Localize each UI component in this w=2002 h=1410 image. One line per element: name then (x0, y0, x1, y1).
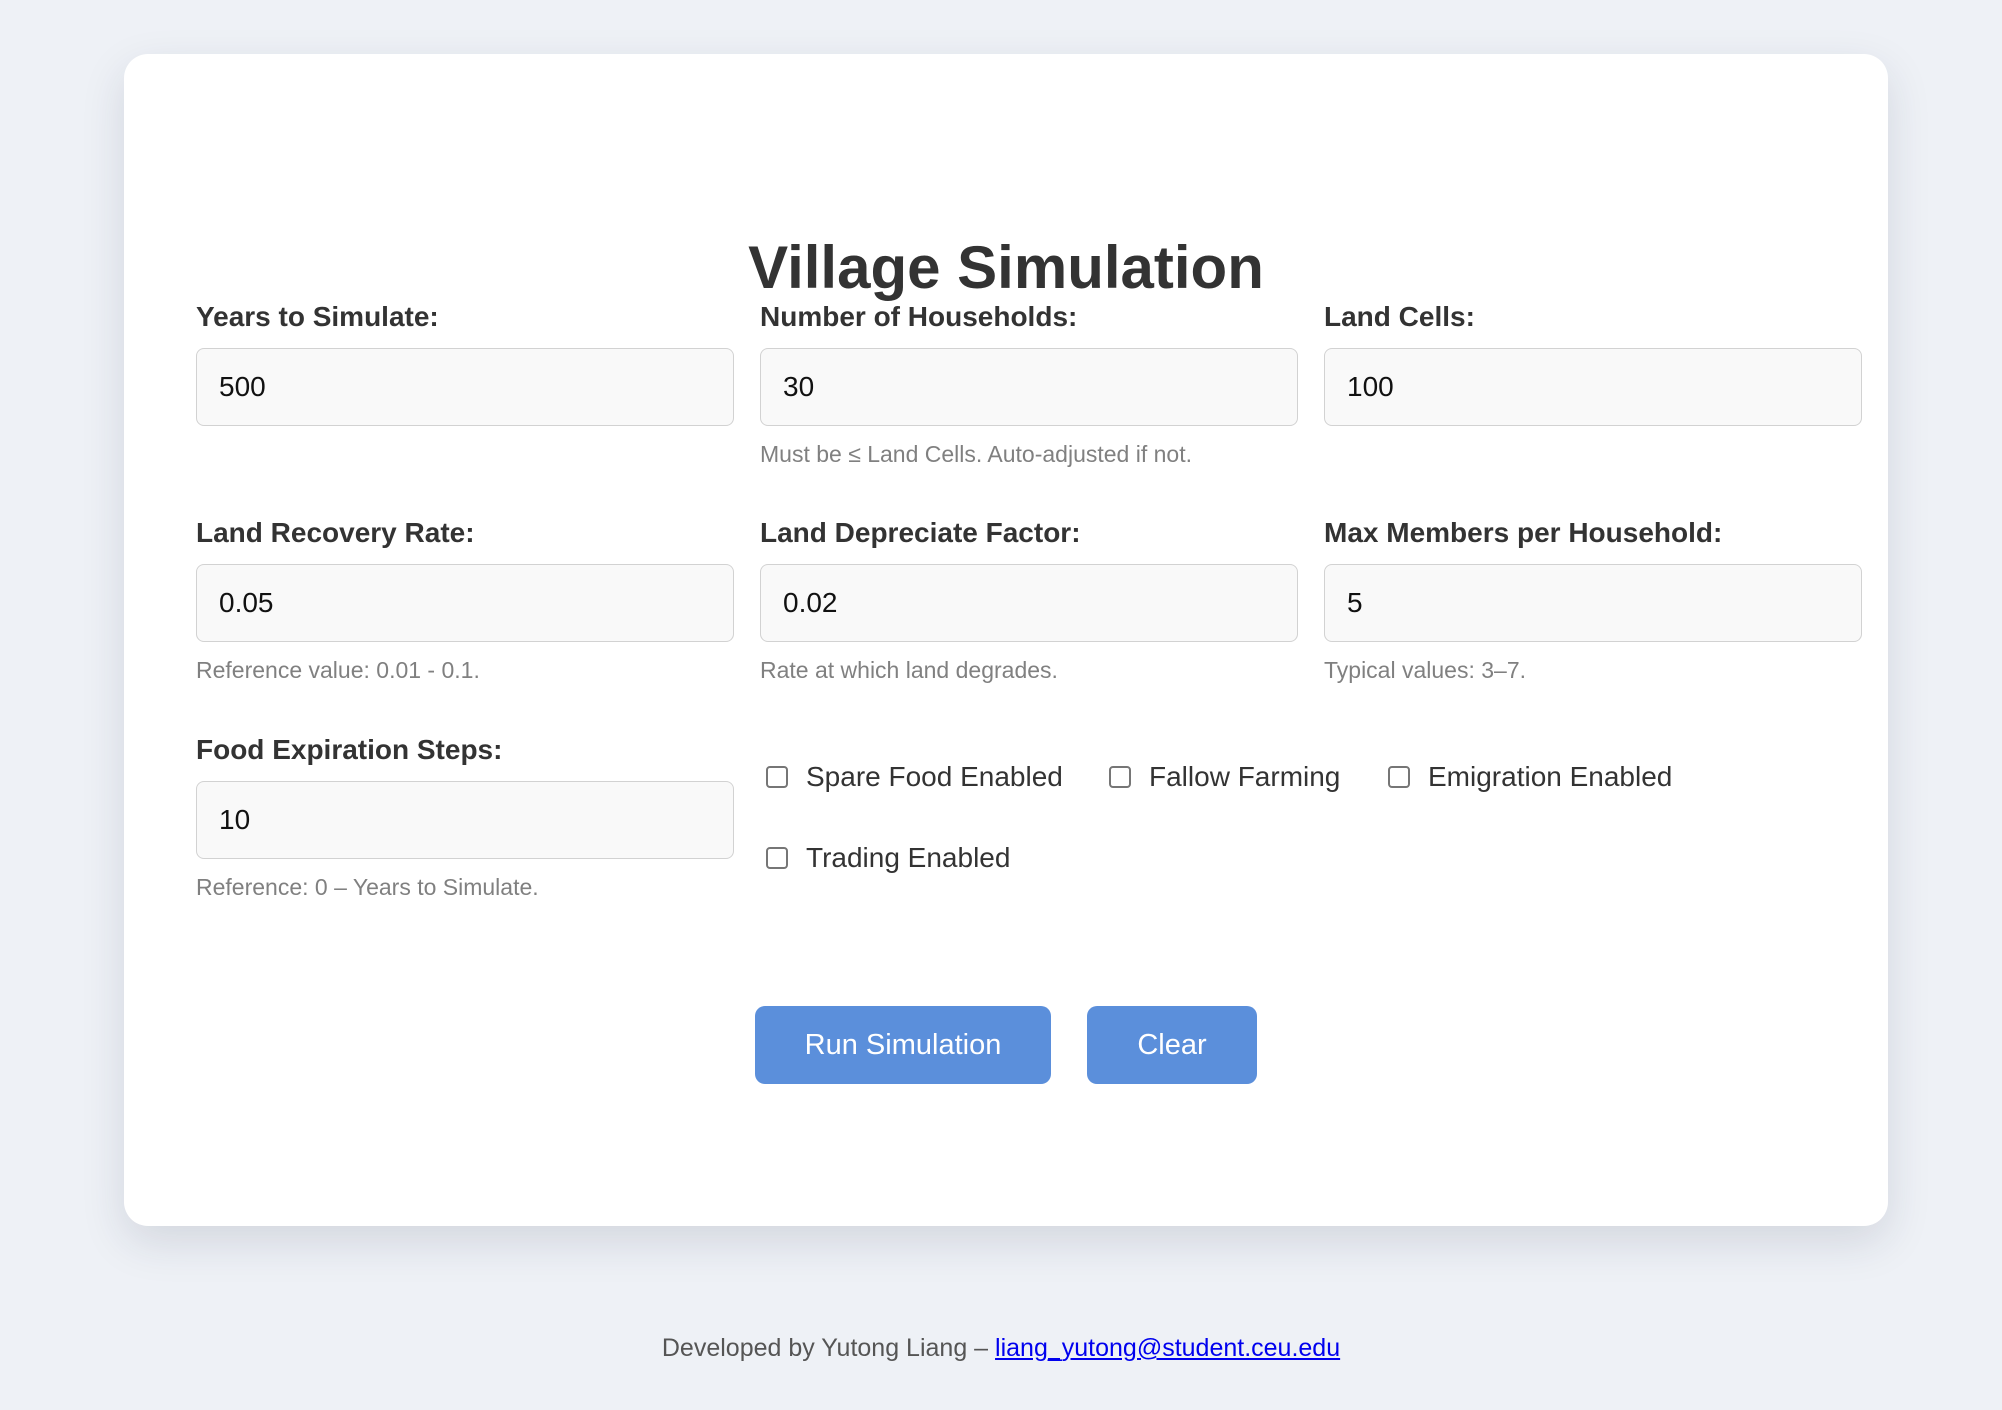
trading-enabled-checkbox[interactable] (766, 847, 788, 869)
number-of-households-input[interactable] (760, 348, 1298, 426)
checkbox-trading-enabled[interactable]: Trading Enabled (766, 841, 1010, 875)
field-land-recovery-rate: Land Recovery Rate: Reference value: 0.0… (196, 516, 734, 683)
emigration-enabled-checkbox[interactable] (1388, 766, 1410, 788)
land-recovery-rate-label: Land Recovery Rate: (196, 517, 475, 548)
field-years-to-simulate: Years to Simulate: (196, 300, 734, 426)
field-land-depreciate-factor: Land Depreciate Factor: Rate at which la… (760, 516, 1298, 683)
spare-food-enabled-checkbox[interactable] (766, 766, 788, 788)
checkbox-emigration-enabled[interactable]: Emigration Enabled (1388, 760, 1672, 794)
fallow-farming-label: Fallow Farming (1149, 761, 1341, 792)
land-depreciate-factor-hint: Rate at which land degrades. (760, 657, 1058, 683)
number-of-households-hint: Must be ≤ Land Cells. Auto-adjusted if n… (760, 441, 1192, 467)
page-title: Village Simulation (748, 234, 1264, 301)
years-to-simulate-input[interactable] (196, 348, 734, 426)
footer: Developed by Yutong Liang – liang_yutong… (0, 1332, 2002, 1364)
checkbox-spare-food-enabled[interactable]: Spare Food Enabled (766, 760, 1063, 794)
field-land-cells: Land Cells: (1324, 300, 1862, 426)
simulation-card: Village Simulation Years to Simulate: Nu… (124, 54, 1888, 1226)
land-cells-input[interactable] (1324, 348, 1862, 426)
emigration-enabled-label: Emigration Enabled (1428, 761, 1673, 792)
footer-email-link[interactable]: liang_yutong@student.ceu.edu (995, 1334, 1340, 1362)
food-expiration-steps-input[interactable] (196, 781, 734, 859)
spare-food-enabled-label: Spare Food Enabled (806, 761, 1063, 792)
max-members-per-household-hint: Typical values: 3–7. (1324, 657, 1527, 683)
years-to-simulate-label: Years to Simulate: (196, 301, 439, 332)
field-max-members-per-household: Max Members per Household: Typical value… (1324, 516, 1862, 683)
land-depreciate-factor-label: Land Depreciate Factor: (760, 517, 1081, 548)
field-food-expiration-steps: Food Expiration Steps: Reference: 0 – Ye… (196, 733, 734, 900)
field-number-of-households: Number of Households: Must be ≤ Land Cel… (760, 300, 1298, 467)
fallow-farming-checkbox[interactable] (1109, 766, 1131, 788)
land-recovery-rate-input[interactable] (196, 564, 734, 642)
land-depreciate-factor-input[interactable] (760, 564, 1298, 642)
max-members-per-household-label: Max Members per Household: (1324, 517, 1723, 548)
run-simulation-button[interactable]: Run Simulation (755, 1006, 1051, 1084)
footer-text: Developed by Yutong Liang – (661, 1334, 996, 1362)
number-of-households-label: Number of Households: (760, 301, 1078, 332)
max-members-per-household-input[interactable] (1324, 564, 1862, 642)
clear-button[interactable]: Clear (1087, 1006, 1257, 1084)
land-recovery-rate-hint: Reference value: 0.01 - 0.1. (196, 657, 480, 683)
trading-enabled-label: Trading Enabled (806, 842, 1011, 873)
food-expiration-steps-hint: Reference: 0 – Years to Simulate. (196, 874, 539, 900)
land-cells-label: Land Cells: (1324, 301, 1475, 332)
checkbox-fallow-farming[interactable]: Fallow Farming (1109, 760, 1340, 794)
food-expiration-steps-label: Food Expiration Steps: (196, 734, 503, 765)
